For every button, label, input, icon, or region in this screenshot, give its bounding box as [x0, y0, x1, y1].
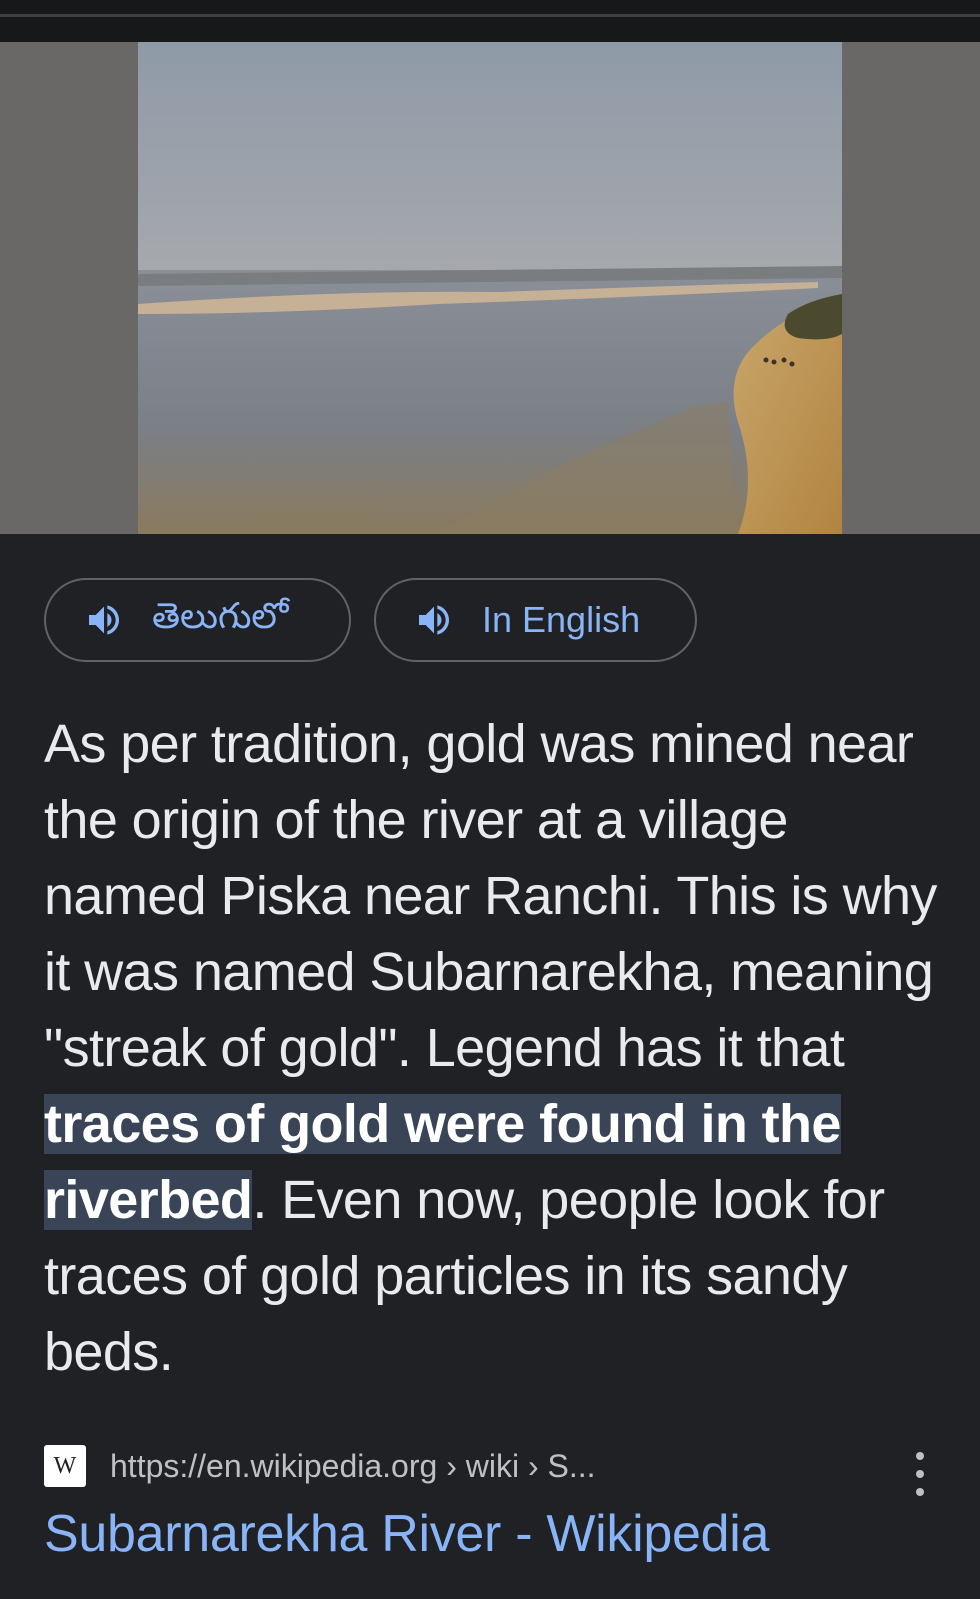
- speaker-icon: [84, 599, 126, 641]
- source-row[interactable]: W https://en.wikipedia.org › wiki › S...: [44, 1444, 596, 1488]
- speaker-icon: [414, 599, 456, 641]
- listen-telugu-button[interactable]: తెలుగులో: [44, 578, 351, 662]
- image-panel: [0, 42, 980, 534]
- result-title-link[interactable]: Subarnarekha River - Wikipedia: [44, 1504, 769, 1564]
- river-photo[interactable]: [138, 42, 842, 534]
- top-bar: [0, 0, 980, 42]
- favicon-letter: W: [53, 1452, 77, 1479]
- wikipedia-favicon-icon: W: [44, 1445, 86, 1487]
- source-url[interactable]: https://en.wikipedia.org › wiki › S...: [110, 1448, 596, 1485]
- more-options-icon[interactable]: [904, 1452, 936, 1496]
- listen-telugu-label: తెలుగులో: [152, 594, 289, 636]
- featured-snippet-text: As per tradition, gold was mined near th…: [44, 706, 944, 1390]
- snippet-text-before: As per tradition, gold was mined near th…: [44, 714, 937, 1078]
- listen-english-label: In English: [482, 599, 641, 640]
- listen-english-button[interactable]: In English: [374, 578, 697, 662]
- top-divider: [0, 14, 980, 17]
